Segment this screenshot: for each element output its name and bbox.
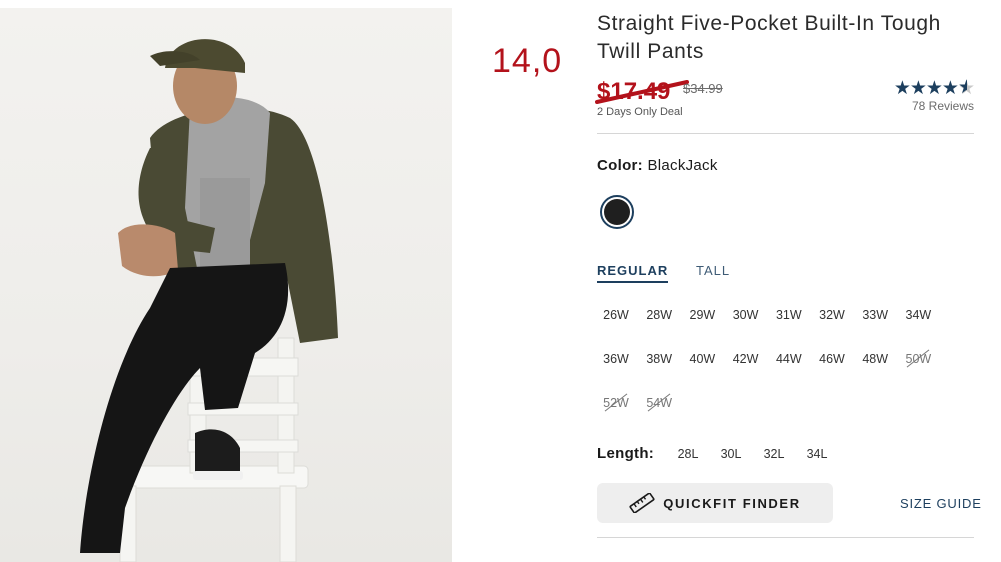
divider — [597, 537, 974, 538]
tab-tall[interactable]: TALL — [696, 263, 730, 281]
size-option[interactable]: 38W — [639, 348, 679, 370]
color-value: BlackJack — [647, 157, 718, 174]
size-option[interactable]: 29W — [682, 304, 722, 326]
size-option[interactable]: 46W — [812, 348, 852, 370]
product-title: Straight Five-Pocket Built-In Tough Twil… — [597, 12, 941, 63]
tab-regular[interactable]: REGULAR — [597, 263, 669, 283]
model-illustration — [80, 39, 338, 562]
length-label: Length: — [597, 445, 655, 462]
deal-text: 2 Days Only Deal — [597, 106, 683, 118]
swatch-fill — [604, 199, 630, 225]
color-row: Color: BlackJack — [597, 157, 718, 174]
star-rating-icon: ★★★★★ — [872, 78, 975, 98]
length-option[interactable]: 32L — [754, 444, 794, 464]
size-option[interactable]: 30W — [726, 304, 766, 326]
size-option[interactable]: 42W — [726, 348, 766, 370]
quickfit-finder-button[interactable]: QUICKFIT FINDER — [597, 483, 833, 523]
size-option[interactable]: 36W — [596, 348, 636, 370]
color-label: Color: — [597, 157, 643, 174]
size-option[interactable]: 52W — [596, 392, 636, 414]
size-option[interactable]: 31W — [769, 304, 809, 326]
original-price: $34.99 — [683, 81, 723, 96]
divider — [597, 133, 974, 134]
quickfit-label: QUICKFIT FINDER — [663, 495, 801, 511]
shoe-shape — [195, 429, 240, 478]
sale-price: $17.49 — [597, 78, 671, 105]
size-option[interactable]: 40W — [682, 348, 722, 370]
size-option[interactable]: 34W — [898, 304, 938, 326]
size-option[interactable]: 54W — [639, 392, 679, 414]
size-guide-link[interactable]: SIZE GUIDE — [900, 496, 982, 511]
ruler-icon — [629, 493, 655, 513]
size-option[interactable]: 44W — [769, 348, 809, 370]
color-swatch-blackjack[interactable] — [600, 195, 634, 229]
size-option[interactable]: 50W — [898, 348, 938, 370]
product-image[interactable] — [0, 8, 452, 562]
size-option[interactable]: 48W — [855, 348, 895, 370]
overlay-number: 14,0 — [492, 42, 563, 80]
rating[interactable]: ★★★★★ 78 Reviews — [872, 78, 975, 113]
length-option[interactable]: 28L — [668, 444, 708, 464]
size-option[interactable]: 33W — [855, 304, 895, 326]
reviews-link[interactable]: 78 Reviews — [872, 99, 974, 113]
length-option[interactable]: 34L — [797, 444, 837, 464]
size-option[interactable]: 32W — [812, 304, 852, 326]
length-option[interactable]: 30L — [711, 444, 751, 464]
size-option[interactable]: 26W — [596, 304, 636, 326]
size-option[interactable]: 28W — [639, 304, 679, 326]
